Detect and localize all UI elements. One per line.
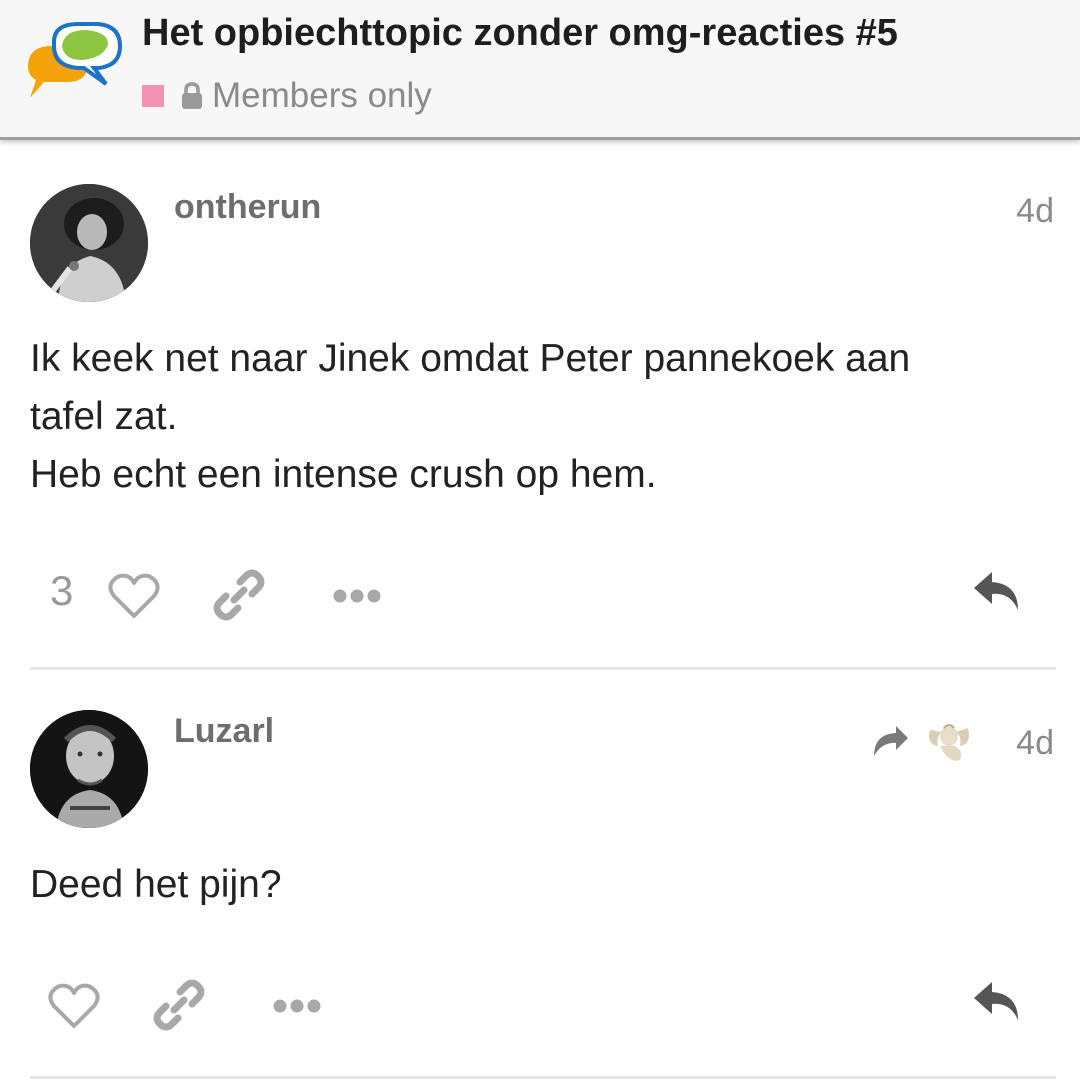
post-username[interactable]: Luzarl xyxy=(174,712,274,751)
post-2: Luzarl 4d Deed het pijn? xyxy=(0,676,1080,1081)
forum-logo-icon[interactable] xyxy=(24,18,124,106)
more-icon[interactable] xyxy=(332,588,382,604)
lock-icon xyxy=(182,82,202,109)
reply-icon[interactable] xyxy=(972,570,1024,618)
like-count[interactable]: 3 xyxy=(50,567,73,615)
reply-to-arrow-icon[interactable] xyxy=(872,724,910,758)
post-body-line: Ik keek net naar Jinek omdat Peter panne… xyxy=(30,337,911,380)
avatar[interactable] xyxy=(30,710,148,828)
link-icon[interactable] xyxy=(152,978,206,1032)
more-icon[interactable] xyxy=(272,998,322,1014)
heart-icon[interactable] xyxy=(48,982,100,1030)
post-body: Deed het pijn? xyxy=(30,856,1040,914)
post-actions xyxy=(0,972,1080,1042)
post-username[interactable]: ontherun xyxy=(174,188,321,227)
post-divider xyxy=(30,1076,1056,1079)
heart-icon[interactable] xyxy=(108,572,160,620)
post-1: ontherun 4d Ik keek net naar Jinek omdat… xyxy=(0,150,1080,670)
topic-title[interactable]: Het opbiechttopic zonder omg-reacties #5 xyxy=(142,12,898,55)
post-divider xyxy=(30,667,1056,670)
privacy-label: Members only xyxy=(212,76,432,115)
topic-header: Het opbiechttopic zonder omg-reacties #5… xyxy=(0,0,1080,140)
avatar[interactable] xyxy=(30,184,148,302)
category-badge[interactable] xyxy=(142,85,164,107)
reply-to-avatar[interactable] xyxy=(924,716,974,766)
post-body-line: Deed het pijn? xyxy=(30,863,282,906)
post-date[interactable]: 4d xyxy=(1016,724,1054,763)
post-body-line: Heb echt een intense crush op hem. xyxy=(30,453,657,496)
reply-icon[interactable] xyxy=(972,980,1024,1028)
post-body: Ik keek net naar Jinek omdat Peter panne… xyxy=(30,330,1040,504)
post-actions: 3 xyxy=(0,562,1080,632)
topic-meta: Members only xyxy=(142,74,432,118)
link-icon[interactable] xyxy=(212,568,266,622)
post-date[interactable]: 4d xyxy=(1016,192,1054,231)
post-body-line: tafel zat. xyxy=(30,395,178,438)
